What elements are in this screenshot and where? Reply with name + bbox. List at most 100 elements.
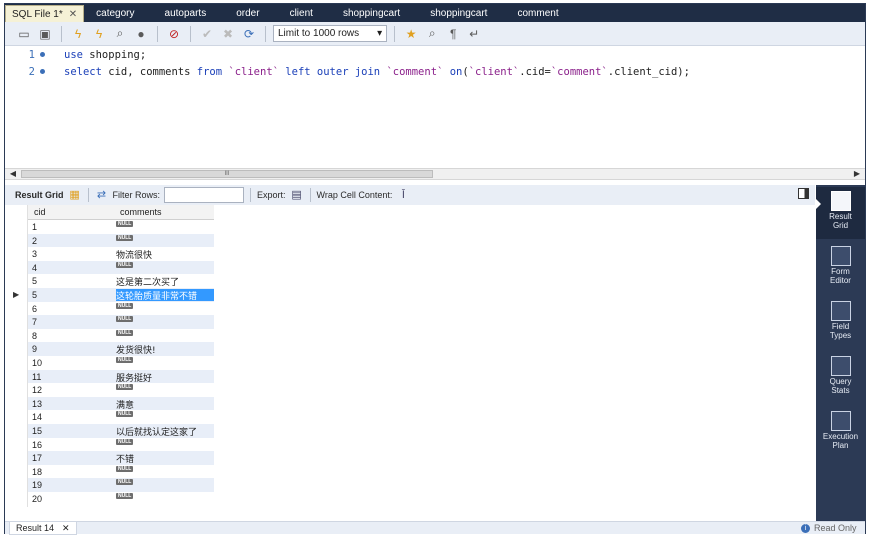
table-row[interactable]: 5 这轮胎质量非常不错 (28, 288, 214, 302)
explain-icon[interactable]: ⌕ (111, 25, 129, 43)
side-panel-result-grid[interactable]: Result Grid (816, 187, 865, 239)
side-panel-execution-plan[interactable]: Execution Plan (816, 407, 865, 459)
error-icon[interactable]: ⊘ (165, 25, 183, 43)
cell-comments[interactable]: 以后就找认定这家了 (116, 425, 214, 438)
cell-cid[interactable]: 16 (32, 440, 42, 450)
scrollbar-thumb[interactable]: III (21, 170, 433, 178)
cell-comments[interactable]: 不错 (116, 452, 214, 465)
result-grid[interactable]: cid comments 1 NULL 2 NULL 3 物流很快 4 NULL 5 这是第二次买… (5, 205, 815, 521)
cell-cid[interactable]: 10 (32, 358, 42, 368)
table-row[interactable]: 9 发货很快! (28, 342, 214, 356)
save-icon[interactable]: ▣ (36, 25, 54, 43)
cell-cid[interactable]: 5 (32, 276, 37, 286)
cell-cid[interactable]: 11 (32, 372, 41, 382)
cell-comments[interactable]: NULL (116, 302, 214, 315)
tab-5[interactable]: shoppingcart (335, 5, 408, 22)
wrap-icon[interactable]: ↵ (465, 25, 483, 43)
cell-comments[interactable]: 服务挺好 (116, 371, 214, 384)
cell-comments[interactable]: 物流很快 (116, 248, 214, 261)
autocommit-icon[interactable]: ⟳ (240, 25, 258, 43)
cell-comments[interactable]: NULL (116, 221, 214, 233)
table-row[interactable]: 14 NULL (28, 410, 214, 424)
cell-cid[interactable]: 14 (32, 412, 42, 422)
cell-comments[interactable]: NULL (116, 493, 214, 505)
cell-cid[interactable]: 20 (32, 494, 42, 504)
editor-horizontal-scrollbar[interactable]: ◀ III ▶ (5, 168, 865, 180)
table-row[interactable]: 8 NULL (28, 328, 214, 343)
table-row[interactable]: 5 这是第二次买了 (28, 274, 214, 288)
table-row[interactable]: 1 NULL (28, 220, 214, 234)
tab-0[interactable]: SQL File 1* ✕ (5, 5, 85, 23)
cell-comments[interactable]: 这轮胎质量非常不错 (116, 289, 214, 302)
cell-comments[interactable]: NULL (116, 465, 214, 478)
cell-cid[interactable]: 13 (32, 399, 42, 409)
cell-cid[interactable]: 15 (32, 426, 42, 436)
cell-comments[interactable]: 发货很快! (116, 343, 214, 356)
cell-comments[interactable]: NULL (116, 329, 214, 342)
cell-cid[interactable]: 17 (32, 453, 42, 463)
cell-cid[interactable]: 1 (32, 222, 37, 232)
cell-cid[interactable]: 9 (32, 344, 37, 354)
side-panel-field-types[interactable]: Field Types (816, 297, 865, 349)
cell-cid[interactable]: 5 (32, 290, 37, 300)
table-row[interactable]: 7 NULL (28, 315, 214, 329)
filter-rows-input[interactable] (164, 187, 245, 203)
cell-cid[interactable]: 19 (32, 480, 42, 490)
table-row[interactable]: 16 NULL (28, 437, 214, 452)
find-icon[interactable]: ⌕ (423, 25, 441, 43)
cell-cid[interactable]: 7 (32, 317, 37, 327)
tab-2[interactable]: autoparts (157, 5, 215, 22)
cell-cid[interactable]: 8 (32, 331, 37, 341)
tab-7[interactable]: comment (509, 5, 566, 22)
refresh-icon[interactable]: ⇄ (95, 188, 109, 202)
toggle-panel-icon[interactable] (798, 188, 809, 199)
cell-comments[interactable]: NULL (116, 411, 214, 423)
table-row[interactable]: 17 不错 (28, 451, 214, 465)
wrap-cell-icon[interactable]: Ī (396, 188, 410, 202)
cell-cid[interactable]: 3 (32, 249, 37, 259)
execute-current-icon[interactable]: ϟ (90, 25, 108, 43)
cell-cid[interactable]: 12 (32, 385, 42, 395)
table-row[interactable]: 12 NULL (28, 383, 214, 397)
cell-comments[interactable]: NULL (116, 384, 214, 396)
tab-3[interactable]: order (228, 5, 267, 22)
limit-rows-select[interactable]: Limit to 1000 rows ▾ (273, 25, 388, 42)
column-header-comments[interactable]: comments (120, 207, 162, 217)
table-row[interactable]: 6 NULL (28, 301, 214, 316)
grid-view-icon[interactable]: ▦ (68, 188, 82, 202)
cell-comments[interactable]: NULL (116, 234, 214, 247)
cell-comments[interactable]: NULL (116, 316, 214, 328)
cell-cid[interactable]: 18 (32, 467, 42, 477)
cell-cid[interactable]: 2 (32, 236, 37, 246)
rollback-icon[interactable]: ✖ (219, 25, 237, 43)
table-row[interactable]: 4 NULL (28, 260, 214, 275)
side-panel-form-editor[interactable]: Form Editor (816, 242, 865, 294)
cell-comments[interactable]: NULL (116, 357, 214, 369)
table-row[interactable]: 13 满意 (28, 396, 214, 411)
table-row[interactable]: 18 NULL (28, 464, 214, 479)
side-panel-query-stats[interactable]: Query Stats (816, 352, 865, 404)
execute-icon[interactable]: ϟ (69, 25, 87, 43)
cell-cid[interactable]: 4 (32, 263, 37, 273)
tab-6[interactable]: shoppingcart (422, 5, 495, 22)
column-header-cid[interactable]: cid (34, 207, 46, 217)
cell-comments[interactable]: NULL (116, 261, 214, 274)
cell-comments[interactable]: NULL (116, 479, 214, 491)
tab-4[interactable]: client (282, 5, 321, 22)
table-row[interactable]: 11 服务挺好 (28, 369, 214, 384)
cell-cid[interactable]: 6 (32, 304, 37, 314)
close-icon[interactable]: ✕ (69, 6, 77, 23)
scroll-left-icon[interactable]: ◀ (7, 169, 19, 179)
beautify-icon[interactable]: ★ (402, 25, 420, 43)
stop-icon[interactable]: ● (132, 25, 150, 43)
invisible-chars-icon[interactable]: ¶ (444, 25, 462, 43)
table-row[interactable]: 15 以后就找认定这家了 (28, 424, 214, 438)
table-row[interactable]: 10 NULL (28, 356, 214, 370)
cell-comments[interactable]: NULL (116, 438, 214, 451)
cell-comments[interactable]: 这是第二次买了 (116, 275, 214, 288)
sql-editor[interactable]: 1 use shopping; 2 select cid, comments from… (5, 46, 865, 168)
tab-1[interactable]: category (88, 5, 142, 22)
cell-comments[interactable]: 满意 (116, 398, 214, 411)
result-tab[interactable]: Result 14 ✕ (9, 522, 77, 535)
table-row[interactable]: 3 物流很快 (28, 247, 214, 261)
